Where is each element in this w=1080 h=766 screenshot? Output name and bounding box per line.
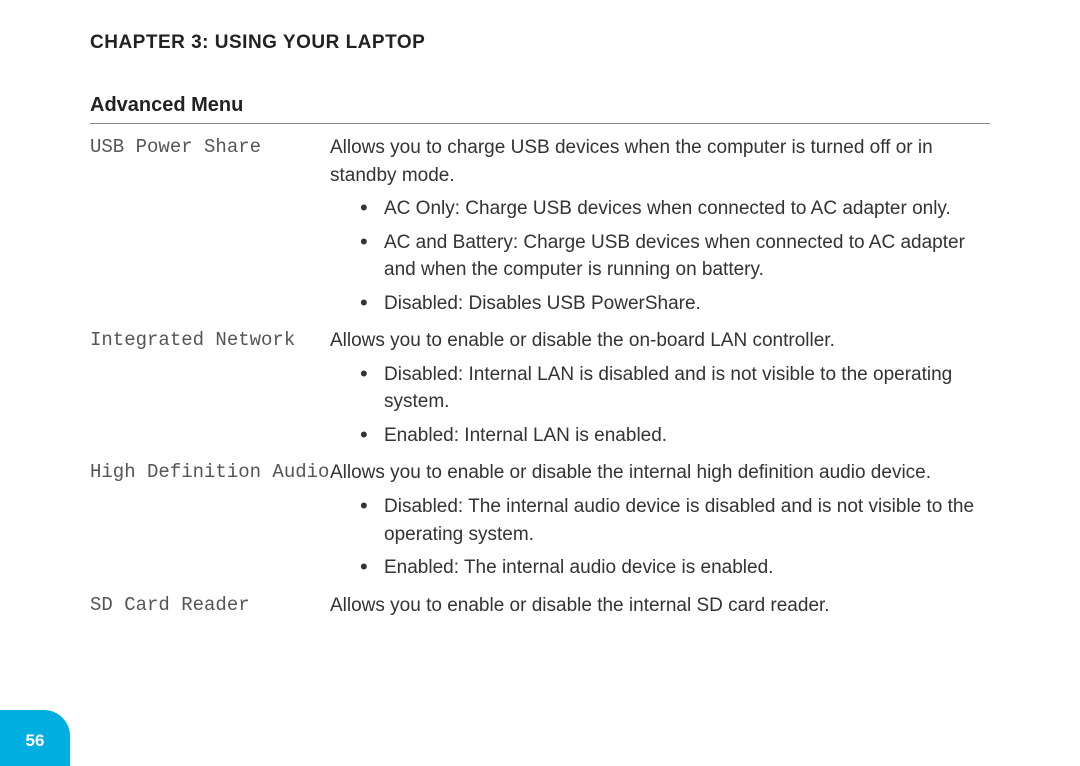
page-number: 56 bbox=[26, 731, 45, 751]
page-number-tab: 56 bbox=[0, 710, 70, 766]
setting-bullet: Disabled: Internal LAN is disabled and i… bbox=[360, 361, 990, 416]
setting-row: High Definition AudioAllows you to enabl… bbox=[90, 459, 990, 587]
setting-row: SD Card ReaderAllows you to enable or di… bbox=[90, 592, 990, 626]
setting-body: Allows you to enable or disable the inte… bbox=[330, 592, 990, 626]
setting-description: Allows you to charge USB devices when th… bbox=[330, 134, 990, 189]
setting-body: Allows you to enable or disable the inte… bbox=[330, 459, 990, 587]
chapter-title: CHAPTER 3: USING YOUR LAPTOP bbox=[90, 32, 990, 54]
section-title: Advanced Menu bbox=[90, 94, 990, 124]
setting-description: Allows you to enable or disable the inte… bbox=[330, 459, 990, 487]
setting-bullets: Disabled: The internal audio device is d… bbox=[330, 493, 990, 582]
setting-description: Allows you to enable or disable the inte… bbox=[330, 592, 990, 620]
settings-table: USB Power ShareAllows you to charge USB … bbox=[90, 134, 990, 625]
setting-row: USB Power ShareAllows you to charge USB … bbox=[90, 134, 990, 323]
setting-bullets: AC Only: Charge USB devices when connect… bbox=[330, 195, 990, 317]
setting-bullet: Enabled: The internal audio device is en… bbox=[360, 554, 990, 582]
setting-row: Integrated NetworkAllows you to enable o… bbox=[90, 327, 990, 455]
setting-bullet: AC Only: Charge USB devices when connect… bbox=[360, 195, 990, 223]
setting-name: USB Power Share bbox=[90, 134, 330, 158]
setting-bullet: AC and Battery: Charge USB devices when … bbox=[360, 229, 990, 284]
setting-body: Allows you to charge USB devices when th… bbox=[330, 134, 990, 323]
setting-bullet: Disabled: The internal audio device is d… bbox=[360, 493, 990, 548]
setting-description: Allows you to enable or disable the on-b… bbox=[330, 327, 990, 355]
setting-name: Integrated Network bbox=[90, 327, 330, 351]
setting-body: Allows you to enable or disable the on-b… bbox=[330, 327, 990, 455]
setting-bullet: Disabled: Disables USB PowerShare. bbox=[360, 290, 990, 318]
setting-name: SD Card Reader bbox=[90, 592, 330, 616]
setting-name: High Definition Audio bbox=[90, 459, 330, 483]
setting-bullet: Enabled: Internal LAN is enabled. bbox=[360, 422, 990, 450]
setting-bullets: Disabled: Internal LAN is disabled and i… bbox=[330, 361, 990, 450]
